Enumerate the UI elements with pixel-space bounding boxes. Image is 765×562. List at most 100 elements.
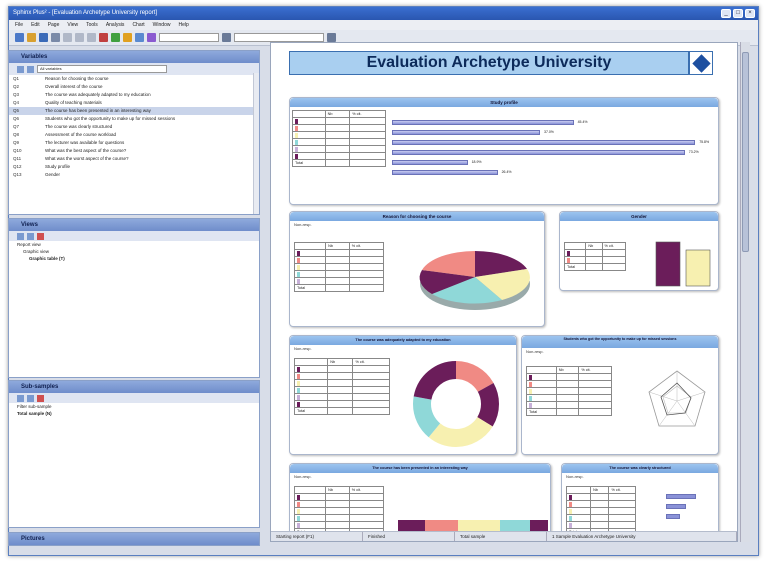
table-row	[293, 379, 390, 387]
layout-icon[interactable]	[135, 33, 144, 42]
reason-box: Reason for choosing the course Non-resp.…	[289, 211, 545, 327]
report-title: Evaluation Archetype University	[289, 51, 689, 75]
table-header-cell: Nb	[585, 242, 603, 250]
table-total-row: Total	[292, 159, 386, 167]
copy-icon[interactable]	[75, 33, 84, 42]
menu-file[interactable]: File	[15, 22, 23, 28]
variable-code: Q6	[13, 116, 20, 121]
structured-table: Nb% cit.Total	[565, 486, 636, 536]
views-close-icon[interactable]	[37, 232, 44, 240]
cut-icon[interactable]	[63, 33, 72, 42]
variable-code: Q7	[13, 124, 20, 129]
table-header-cell: % cit.	[349, 110, 386, 118]
gender-bar-chart	[655, 241, 711, 287]
table-row	[293, 263, 385, 271]
views-delete-icon[interactable]	[27, 232, 34, 240]
study-bar	[392, 120, 574, 125]
views-item[interactable]: Graphic table (T)	[9, 255, 259, 262]
variable-row[interactable]: Q5 The course has been presented in an in…	[9, 107, 259, 115]
pictures-panel-title: Pictures	[9, 533, 259, 545]
menu-window[interactable]: Window	[153, 22, 171, 28]
structured-title: The course was clearly structured	[562, 464, 718, 473]
subsample-item[interactable]: Total sample (N)	[9, 410, 259, 417]
table-row	[293, 493, 385, 501]
chart-icon[interactable]	[99, 33, 108, 42]
interesting-title: The course has been presented in an inte…	[290, 464, 550, 473]
university-logo	[689, 51, 713, 75]
menu-view[interactable]: View	[67, 22, 78, 28]
variable-row[interactable]: Q8 Assessment of the course workload	[9, 131, 259, 139]
views-item[interactable]: Report view	[9, 241, 259, 248]
table-row	[526, 373, 612, 381]
variable-row[interactable]: Q11 What was the worst aspect of the cour…	[9, 155, 259, 163]
subsamples-delete-icon[interactable]	[37, 394, 44, 402]
report-canvas: Evaluation Archetype University Study pr…	[270, 42, 738, 542]
save-icon[interactable]	[39, 33, 48, 42]
search-field[interactable]	[234, 33, 324, 42]
variables-sort-icon[interactable]	[27, 65, 34, 73]
table-header-cell	[292, 110, 326, 118]
study-bar	[392, 130, 540, 135]
variable-row[interactable]: Q1 Reason for choosing the course	[9, 75, 259, 83]
close-button[interactable]: ×	[745, 9, 755, 18]
variables-scrollbar[interactable]	[253, 73, 259, 214]
table-row	[293, 500, 385, 508]
menu-help[interactable]: Help	[178, 22, 188, 28]
variable-label: The course has been presented in an inte…	[45, 108, 151, 113]
study-bar-label: 37.0%	[544, 130, 554, 134]
reason-table: Nb% cit. Total	[293, 242, 385, 292]
subsample-item[interactable]: Filter sub-sample	[9, 403, 259, 410]
menu-chart[interactable]: Chart	[132, 22, 144, 28]
views-add-icon[interactable]	[17, 232, 24, 240]
table-icon[interactable]	[111, 33, 120, 42]
minimize-button[interactable]: _	[721, 9, 731, 18]
table-header-cell: % cit.	[348, 242, 385, 250]
variable-row[interactable]: Q13 Gender	[9, 171, 259, 179]
variable-row[interactable]: Q4 Quality of teaching materials	[9, 99, 259, 107]
variables-search-input[interactable]: All variables	[37, 65, 167, 73]
filter-icon[interactable]	[123, 33, 132, 42]
variable-row[interactable]: Q7 The course was clearly structured	[9, 123, 259, 131]
variable-row[interactable]: Q9 The lecturer was available for questio…	[9, 139, 259, 147]
table-header-cell	[293, 242, 327, 250]
variable-code: Q9	[13, 140, 20, 145]
views-item[interactable]: Graphic view	[9, 248, 259, 255]
menu-analysis[interactable]: Analysis	[106, 22, 125, 28]
zoom-field[interactable]	[159, 33, 219, 42]
variable-row[interactable]: Q12 Study profile	[9, 163, 259, 171]
variable-label: The course was clearly structured	[45, 124, 113, 129]
table-row	[292, 138, 386, 146]
table-row	[293, 400, 390, 408]
scrollbar-thumb[interactable]	[742, 52, 749, 252]
status-field: Starting report (F1)	[271, 532, 363, 541]
window-title: Sphinx Plus² - [Evaluation Archetype Uni…	[13, 10, 158, 16]
study-bar-label: 73.2%	[688, 150, 699, 154]
style-icon[interactable]	[147, 33, 156, 42]
variable-label: Gender	[45, 172, 61, 177]
search-icon[interactable]	[327, 33, 336, 42]
variable-label: Assessment of the course workload	[45, 132, 117, 137]
paste-icon[interactable]	[87, 33, 96, 42]
print-icon[interactable]	[51, 33, 60, 42]
table-total-row: Total	[526, 408, 612, 416]
variable-row[interactable]: Q6 Students who got the opportunity to ma…	[9, 115, 259, 123]
new-icon[interactable]	[15, 33, 24, 42]
zoom-icon[interactable]	[222, 33, 231, 42]
table-total-row: Total	[563, 263, 627, 271]
variable-row[interactable]: Q3 The course was adequately adapted to m…	[9, 91, 259, 99]
menu-tools[interactable]: Tools	[86, 22, 98, 28]
variables-filter-icon[interactable]	[17, 65, 24, 73]
table-row	[292, 145, 386, 153]
open-icon[interactable]	[27, 33, 36, 42]
menu-page[interactable]: Page	[48, 22, 60, 28]
report-scrollbar[interactable]	[740, 42, 750, 542]
variable-row[interactable]: Q2 Overall interest of the course	[9, 83, 259, 91]
maximize-button[interactable]: □	[733, 9, 743, 18]
variable-code: Q8	[13, 132, 20, 137]
adapted-title: The course was adequately adapted to my …	[290, 336, 516, 345]
variable-row[interactable]: Q10 What was the best aspect of the cours…	[9, 147, 259, 155]
variable-label: Students who got the opportunity to make…	[45, 116, 176, 121]
menu-edit[interactable]: Edit	[31, 22, 40, 28]
subsamples-add-icon[interactable]	[17, 394, 24, 402]
subsamples-edit-icon[interactable]	[27, 394, 34, 402]
